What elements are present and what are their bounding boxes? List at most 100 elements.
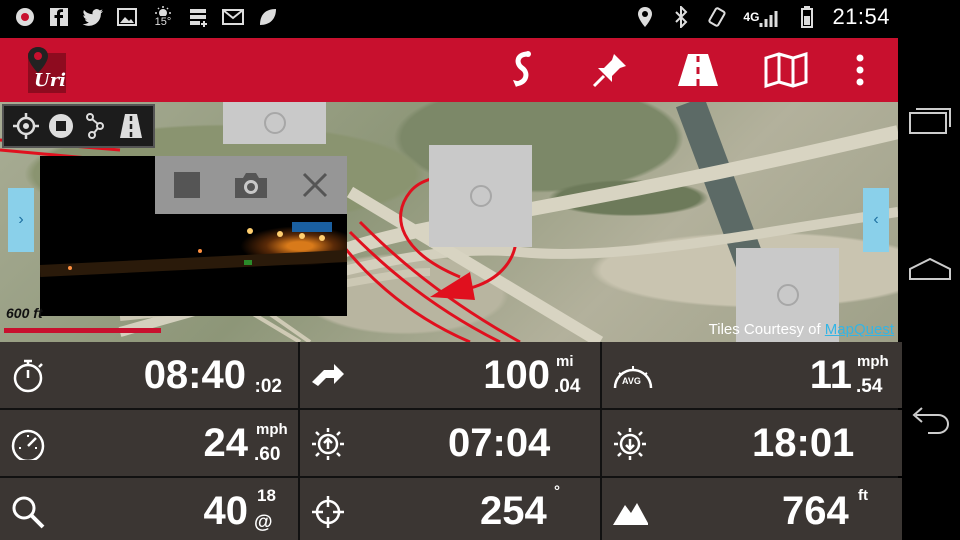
trip-time-seconds: :02 — [254, 376, 282, 397]
map-button[interactable] — [762, 48, 810, 92]
facebook-icon — [48, 6, 70, 28]
temperature-label: 15° — [154, 16, 172, 28]
home-button[interactable] — [908, 248, 952, 292]
sunrise-tile[interactable]: 07:04 — [300, 410, 600, 476]
stop-icon — [174, 172, 200, 198]
speed-value: 24 — [203, 421, 249, 465]
battery-icon — [796, 6, 818, 28]
action-bar: Uri — [0, 38, 898, 102]
crosshair-icon — [12, 113, 39, 139]
chevron-left-icon: ‹ — [873, 211, 879, 228]
map-attribution: Tiles Courtesy of MapQuest — [709, 321, 894, 338]
gallery-icon — [116, 6, 138, 28]
bearing-unit: ° — [554, 483, 560, 500]
speed-fraction: .60 — [254, 444, 281, 465]
sunset-tile[interactable]: 18:01 — [602, 410, 902, 476]
speedometer-icon — [10, 426, 46, 462]
distance-tile[interactable]: 100 mi .04 — [300, 342, 600, 408]
back-button[interactable] — [908, 398, 952, 442]
attribution-text: Tiles Courtesy of — [708, 321, 825, 338]
network-type-label: 4G — [743, 10, 760, 24]
road-icon — [120, 114, 143, 138]
sunrise-icon — [310, 426, 346, 462]
bearing-value: 254 — [480, 489, 547, 533]
map-icon — [764, 52, 808, 88]
stop-tracking-button[interactable] — [46, 111, 76, 141]
road-button[interactable] — [674, 48, 722, 92]
location-icon — [634, 6, 656, 28]
stop-circle-icon — [48, 114, 73, 138]
satellites-count: 18 — [257, 486, 276, 505]
speed-unit: mph — [256, 421, 288, 438]
bluetooth-icon — [670, 6, 692, 28]
stopwatch-icon — [10, 358, 46, 394]
route-button[interactable] — [498, 48, 546, 92]
vibrate-icon — [706, 6, 728, 28]
recent-apps-icon — [909, 108, 951, 134]
pin-icon — [592, 54, 626, 88]
attribution-link[interactable]: MapQuest — [825, 321, 894, 338]
trip-dashboard: 08:40 :02 100 mi .04 AVG 11 mph .54 24 m… — [0, 342, 902, 540]
trip-time-tile[interactable]: 08:40 :02 — [0, 342, 298, 408]
chevron-right-icon: › — [18, 211, 24, 228]
map-toolbar — [2, 104, 155, 148]
road-mode-button[interactable] — [116, 111, 146, 141]
avg-label: AVG — [622, 376, 641, 386]
map-tile-placeholder — [223, 102, 326, 144]
clock: 21:54 — [832, 4, 890, 29]
home-icon — [909, 257, 951, 280]
twitter-icon — [82, 6, 104, 28]
status-bar: 15° 4G 21:54 — [0, 0, 960, 38]
weather-icon: 15° — [150, 6, 176, 28]
overflow-menu-icon — [856, 54, 864, 86]
satellites-tile[interactable]: 40 18 @ — [0, 478, 298, 540]
close-icon — [302, 172, 328, 198]
camera-controls — [155, 156, 347, 214]
satellites-value: 40 — [203, 489, 249, 533]
app-logo-text: Uri — [34, 70, 67, 91]
overflow-menu-button[interactable] — [850, 48, 870, 92]
recent-apps-button[interactable] — [908, 98, 952, 142]
satellites-at: @ — [254, 512, 273, 533]
avg-speed-unit: mph — [857, 353, 889, 370]
bearing-tile[interactable]: 254 ° — [300, 478, 600, 540]
map-tile-placeholder — [429, 145, 532, 247]
distance-fraction: .04 — [554, 376, 581, 397]
left-panel-tab[interactable]: › — [8, 188, 34, 252]
sunset-value: 18:01 — [752, 421, 855, 465]
avg-speed-value: 11 — [809, 353, 852, 397]
crosshair-icon — [310, 494, 346, 530]
distance-value: 100 — [483, 353, 550, 397]
sunset-icon — [612, 426, 648, 462]
map-scale-label: 600 ft — [6, 305, 43, 321]
avg-speedometer-icon: AVG — [612, 358, 654, 394]
speed-tile[interactable]: 24 mph .60 — [0, 410, 298, 476]
route-icon — [513, 51, 531, 87]
map-view[interactable]: › ‹ 600 ft Tiles Courtesy of MapQuest — [0, 102, 898, 342]
distance-arrow-icon — [310, 358, 346, 394]
altitude-tile[interactable]: 764 ft — [602, 478, 902, 540]
storage-icon — [188, 6, 210, 28]
leaf-icon — [256, 6, 278, 28]
altitude-value: 764 — [782, 489, 849, 533]
system-nav-bar — [898, 38, 960, 540]
camera-icon — [235, 173, 267, 198]
sunrise-value: 07:04 — [448, 421, 551, 465]
waypoints-button[interactable] — [81, 111, 111, 141]
camera-close-button[interactable] — [297, 167, 333, 203]
waypoints-icon — [86, 113, 105, 139]
locate-button[interactable] — [11, 111, 41, 141]
altitude-unit: ft — [858, 487, 868, 504]
avg-speed-fraction: .54 — [856, 376, 883, 397]
avg-speed-tile[interactable]: AVG 11 mph .54 — [602, 342, 902, 408]
mountain-icon — [612, 494, 648, 530]
gmail-icon — [222, 6, 244, 28]
map-scale-bar — [4, 328, 161, 333]
back-icon — [912, 407, 950, 434]
distance-unit: mi — [556, 353, 574, 370]
trip-time-value: 08:40 — [143, 353, 246, 397]
camera-snapshot-button[interactable] — [233, 167, 269, 203]
pin-button[interactable] — [586, 48, 634, 92]
camera-stop-button[interactable] — [169, 167, 205, 203]
right-panel-tab[interactable]: ‹ — [863, 188, 889, 252]
